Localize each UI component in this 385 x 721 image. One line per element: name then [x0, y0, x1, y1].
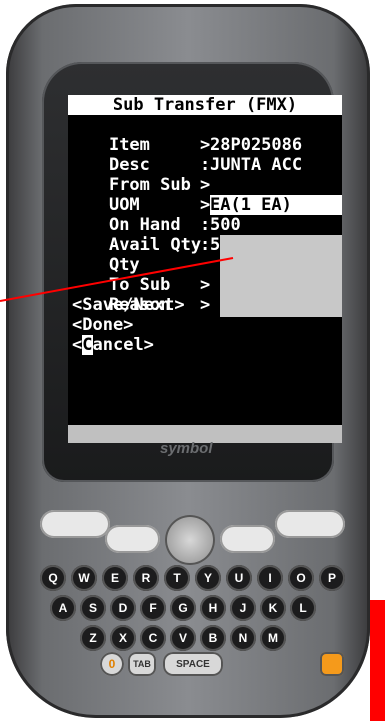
- key-r[interactable]: R: [133, 565, 159, 591]
- key-0[interactable]: 0: [100, 652, 124, 676]
- key-w[interactable]: W: [71, 565, 97, 591]
- key-n[interactable]: N: [230, 625, 256, 651]
- key-f[interactable]: F: [140, 595, 166, 621]
- key-e[interactable]: E: [102, 565, 128, 591]
- key-j[interactable]: J: [230, 595, 256, 621]
- key-i[interactable]: I: [257, 565, 283, 591]
- key-y[interactable]: Y: [195, 565, 221, 591]
- key-a[interactable]: A: [50, 595, 76, 621]
- key-h[interactable]: H: [200, 595, 226, 621]
- annotation-pointer-line: [0, 257, 234, 302]
- key-x[interactable]: X: [110, 625, 136, 651]
- key-q[interactable]: Q: [40, 565, 66, 591]
- key-s[interactable]: S: [80, 595, 106, 621]
- key-g[interactable]: G: [170, 595, 196, 621]
- key-b[interactable]: B: [200, 625, 226, 651]
- key-function[interactable]: [320, 652, 344, 676]
- key-l[interactable]: L: [290, 595, 316, 621]
- key-u[interactable]: U: [226, 565, 252, 591]
- key-c[interactable]: C: [140, 625, 166, 651]
- key-m[interactable]: M: [260, 625, 286, 651]
- key-z[interactable]: Z: [80, 625, 106, 651]
- key-tab[interactable]: TAB: [128, 652, 156, 676]
- key-p[interactable]: P: [319, 565, 345, 591]
- key-o[interactable]: O: [288, 565, 314, 591]
- key-d[interactable]: D: [110, 595, 136, 621]
- key-v[interactable]: V: [170, 625, 196, 651]
- key-t[interactable]: T: [164, 565, 190, 591]
- key-k[interactable]: K: [260, 595, 286, 621]
- key-space[interactable]: SPACE: [163, 652, 223, 676]
